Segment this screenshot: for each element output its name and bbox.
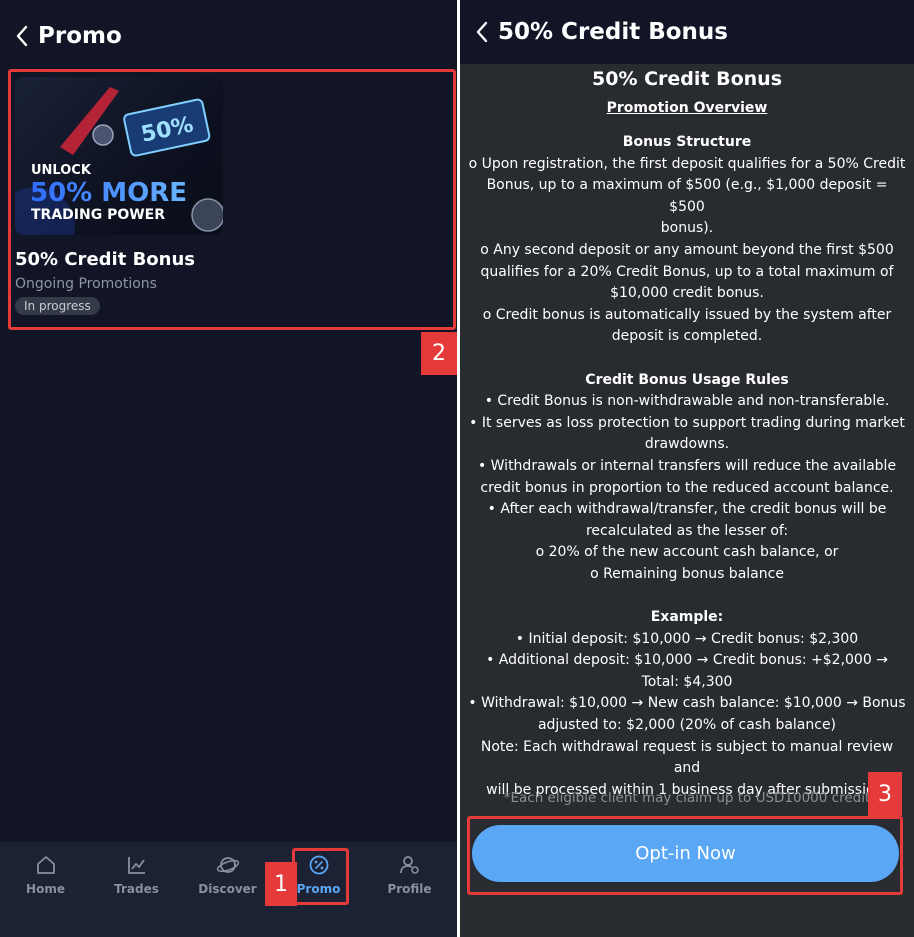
bonus-structure-line: Bonus, up to a maximum of $500 (e.g., $1… <box>486 177 888 215</box>
detail-header: 50% Credit Bonus <box>460 0 914 64</box>
status-badge: In progress <box>15 297 100 315</box>
bonus-structure-line: o Credit bonus is automatically issued b… <box>482 306 892 323</box>
chart-icon <box>127 857 145 874</box>
chevron-left-icon <box>476 21 488 43</box>
nav-item-home[interactable]: Home <box>0 842 91 912</box>
usage-rules-line: • After each withdrawal/transfer, the cr… <box>487 501 887 518</box>
bonus-structure-line: o Any second deposit or any amount beyon… <box>480 241 894 258</box>
promo-card[interactable]: 50% UNLOCK 50% MORE TRADING POWER 50% Cr… <box>13 77 448 321</box>
nav-label-discover: Discover <box>198 882 257 896</box>
usage-rules-heading: Credit Bonus Usage Rules <box>585 371 789 388</box>
example-line: adjusted to: $2,000 (20% of cash balance… <box>537 717 837 734</box>
example-line: Total: $4,300 <box>641 673 733 690</box>
detail-content: 50% Credit Bonus Promotion Overview Bonu… <box>460 64 914 801</box>
nav-item-discover[interactable]: Discover <box>182 842 273 912</box>
example-line: • Withdrawal: $10,000 → New cash balance… <box>468 695 906 712</box>
usage-rules-line: o Remaining bonus balance <box>590 565 784 582</box>
percent-badge-icon <box>309 855 328 875</box>
bonus-structure-heading: Bonus Structure <box>622 134 752 150</box>
promo-card-title: 50% Credit Bonus <box>15 249 195 270</box>
annotation-label-3: 3 <box>868 772 902 816</box>
nav-label-trades: Trades <box>114 882 159 896</box>
user-settings-icon <box>399 856 419 874</box>
usage-rules-line: drawdowns. <box>644 436 730 453</box>
nav-label-promo: Promo <box>296 882 341 896</box>
bonus-structure-line: qualifies for a 20% Credit Bonus, up to … <box>480 263 894 280</box>
chevron-left-icon <box>16 25 28 47</box>
page-title: Promo <box>38 23 122 49</box>
detail-page-title: 50% Credit Bonus <box>498 19 728 45</box>
nav-label-home: Home <box>26 882 65 896</box>
example-line: • Initial deposit: $10,000 → Credit bonu… <box>515 630 859 647</box>
example-heading: Example: <box>650 609 724 626</box>
example-line: • Additional deposit: $10,000 → Credit b… <box>486 652 888 669</box>
header: Promo <box>0 0 457 72</box>
annotation-label-1: 1 <box>265 862 297 906</box>
promo-banner-image: 50% UNLOCK 50% MORE TRADING POWER <box>15 77 223 235</box>
usage-rules-line: • Credit Bonus is non-withdrawable and n… <box>484 393 890 410</box>
nav-label-profile: Profile <box>387 882 432 896</box>
usage-rules-line: recalculated as the lesser of: <box>585 522 789 539</box>
promotion-overview-link: Promotion Overview <box>606 100 768 116</box>
opt-in-button[interactable]: Opt-in Now <box>472 825 899 882</box>
bonus-structure-line: bonus). <box>660 220 714 237</box>
bottom-nav: Home Trades Discover Promo Profile <box>0 842 457 937</box>
nav-item-profile[interactable]: Profile <box>364 842 455 912</box>
home-icon <box>36 856 55 874</box>
detail-back-button[interactable] <box>468 14 496 50</box>
usage-rules-line: o 20% of the new account cash balance, o… <box>535 544 839 561</box>
eligibility-footnote: *Each eligible client may claim up to US… <box>503 790 871 806</box>
usage-rules-line: • Withdrawals or internal transfers will… <box>477 457 897 474</box>
promo-list-screen: Promo 50% UNLOCK 50% MORE TRADING POWER … <box>0 0 457 937</box>
banner-line-3: TRADING POWER <box>31 207 165 223</box>
promo-card-subtitle: Ongoing Promotions <box>15 276 157 292</box>
usage-rules-line: • It serves as loss protection to suppor… <box>469 414 905 431</box>
bonus-structure-line: $10,000 credit bonus. <box>610 285 764 302</box>
promo-detail-screen: 50% Credit Bonus 50% Credit Bonus Promot… <box>460 0 914 937</box>
usage-rules-line: credit bonus in proportion to the reduce… <box>480 479 894 496</box>
content-title: 50% Credit Bonus <box>592 68 782 90</box>
bonus-structure-line: deposit is completed. <box>611 328 763 345</box>
nav-item-trades[interactable]: Trades <box>91 842 182 912</box>
back-button[interactable] <box>8 18 36 54</box>
bonus-structure-line: o Upon registration, the first deposit q… <box>468 155 906 172</box>
example-line: Note: Each withdrawal request is subject… <box>480 738 894 777</box>
annotation-label-2: 2 <box>421 332 457 375</box>
banner-line-2: 50% MORE <box>30 178 187 208</box>
planet-icon <box>216 857 239 873</box>
banner-line-1: UNLOCK <box>31 163 92 178</box>
